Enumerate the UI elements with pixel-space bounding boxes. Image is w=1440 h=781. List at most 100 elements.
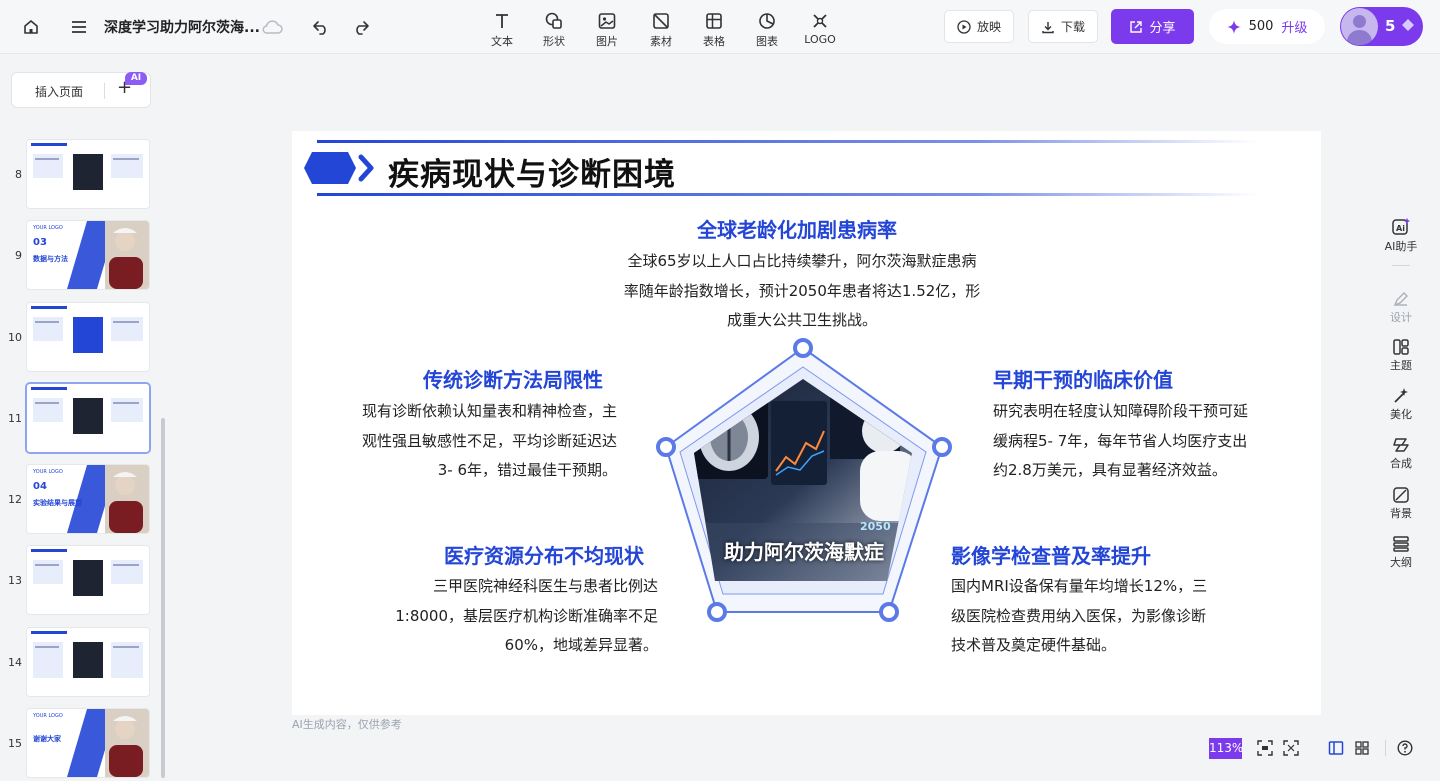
share-icon — [1130, 20, 1143, 33]
frame-dot-left — [656, 437, 676, 457]
insert-logo-tool[interactable]: LOGO — [798, 11, 842, 46]
frame-dot-top — [793, 338, 813, 358]
text-icon — [496, 14, 508, 28]
insert-image-tool[interactable]: 图片 — [585, 11, 629, 49]
theme-button[interactable]: 主题 — [1381, 338, 1421, 373]
fit-screen-icon[interactable] — [1257, 740, 1273, 756]
photo-tag: 2050 — [860, 520, 891, 533]
compose-button[interactable]: 合成 — [1381, 436, 1421, 471]
insert-material-tool[interactable]: 素材 — [639, 11, 683, 49]
redo-icon[interactable] — [348, 14, 374, 40]
table-icon — [706, 13, 722, 29]
outline-button[interactable]: 大纲 — [1381, 535, 1421, 570]
page-thumbnail[interactable]: 03 YOUR LOGO 数据与方法 — [27, 221, 149, 289]
section-title-limitations[interactable]: 传统诊断方法局限性 — [423, 364, 603, 393]
help-icon[interactable] — [1397, 740, 1413, 756]
design-icon — [1393, 291, 1409, 307]
material-icon — [653, 13, 669, 29]
thumb-logo-text: YOUR LOGO — [33, 713, 63, 719]
pages-scrollbar[interactable] — [161, 418, 165, 778]
grid-view-icon[interactable] — [1354, 740, 1370, 756]
cloud-sync-icon — [259, 14, 285, 40]
home-icon[interactable] — [18, 14, 44, 40]
insert-table-tool[interactable]: 表格 — [692, 11, 736, 49]
frame-dot-bottom-left — [707, 602, 727, 622]
single-view-icon[interactable] — [1328, 740, 1344, 756]
undo-icon[interactable] — [308, 14, 334, 40]
logo-icon — [813, 14, 827, 28]
page-thumbnail[interactable]: 04 YOUR LOGO 实验结果与展望 — [27, 465, 149, 533]
page-number: 15 — [8, 737, 22, 750]
document-title[interactable]: 深度学习助力阿尔茨海... — [104, 17, 260, 37]
beautify-button[interactable]: 美化 — [1381, 387, 1421, 422]
ai-disclaimer: AI生成内容，仅供参考 — [292, 718, 402, 731]
frame-dot-right — [932, 437, 952, 457]
slide-canvas[interactable]: 疾病现状与诊断困境 全球老龄化加剧患病率 全球65岁以上人口占比持续攀升，阿尔茨… — [292, 131, 1321, 715]
page-number: 9 — [15, 249, 22, 262]
credits-pill[interactable]: 500 升级 — [1209, 9, 1325, 44]
design-button[interactable]: 设计 — [1381, 290, 1421, 325]
page-thumbnail[interactable] — [27, 303, 149, 371]
fullscreen-icon[interactable] — [1283, 740, 1299, 756]
thumb-section-title: 谢谢大家 — [33, 735, 61, 743]
thumb-section-title: 数据与方法 — [33, 255, 68, 263]
title-top-line — [317, 140, 1257, 143]
background-button[interactable]: 背景 — [1381, 486, 1421, 521]
photo-watermark: 助力阿尔茨海默症 — [724, 540, 884, 564]
page-thumbnail[interactable] — [27, 384, 149, 452]
thumb-section-title: 实验结果与展望 — [33, 499, 82, 507]
background-icon — [1393, 487, 1409, 503]
thumb-logo-text: YOUR LOGO — [33, 225, 63, 231]
page-number: 11 — [8, 412, 22, 425]
outline-icon — [1393, 536, 1409, 552]
frame-dot-bottom-right — [879, 602, 899, 622]
credits-count: 500 — [1248, 19, 1274, 34]
shape-icon — [545, 12, 562, 29]
title-hexagon — [304, 152, 356, 184]
thumb-section-number: 03 — [33, 237, 47, 248]
section-text-imaging[interactable]: 国内MRI设备保有量年均增长12%，三 级医院检查费用纳入医保，为影像诊断 技术… — [951, 572, 1241, 661]
section-title-aging[interactable]: 全球老龄化加剧患病率 — [697, 214, 897, 243]
share-button[interactable]: 分享 — [1111, 9, 1194, 44]
page-thumbnail[interactable] — [27, 628, 149, 696]
sparkle-icon — [1226, 19, 1241, 34]
avatar[interactable] — [1341, 8, 1378, 45]
play-button[interactable]: 放映 — [944, 10, 1014, 43]
member-level: 5 — [1385, 17, 1415, 35]
image-icon — [598, 13, 616, 29]
page-thumbnail[interactable] — [27, 546, 149, 614]
section-text-early-intervention[interactable]: 研究表明在轻度认知障碍阶段干预可延 缓病程5- 7年，每年节省人均医疗支出 约2… — [993, 397, 1283, 486]
page-thumbnail[interactable]: YOUR LOGO 谢谢大家 — [27, 709, 149, 777]
ai-assistant-button[interactable]: Ai AI助手 — [1381, 217, 1421, 254]
beautify-icon — [1394, 388, 1408, 403]
download-button[interactable]: 下载 — [1028, 10, 1098, 43]
insert-shape-tool[interactable]: 形状 — [532, 11, 576, 49]
chart-icon — [759, 13, 775, 29]
ai-assistant-icon: Ai — [1392, 218, 1410, 235]
slide-title[interactable]: 疾病现状与诊断困境 — [388, 149, 676, 194]
thumb-section-number: 04 — [33, 481, 47, 492]
insert-text-tool[interactable]: 文本 — [480, 11, 524, 49]
top-toolbar: 深度学习助力阿尔茨海... 文本 形状 图片 素材 表格 图表 LOGO 放映 — [0, 0, 1440, 54]
diamond-icon — [1401, 19, 1414, 31]
play-icon — [957, 19, 971, 34]
compose-icon — [1393, 438, 1409, 452]
page-number: 10 — [8, 331, 22, 344]
theme-icon — [1393, 339, 1409, 355]
ai-badge: AI — [125, 72, 147, 85]
menu-icon[interactable] — [66, 14, 92, 40]
section-title-early-intervention[interactable]: 早期干预的临床价值 — [993, 364, 1173, 393]
section-text-resources[interactable]: 三甲医院神经科医生与患者比例达 1:8000，基层医疗机构诊断准确率不足 60%… — [352, 572, 658, 661]
svg-text:Ai: Ai — [1396, 224, 1405, 233]
page-number: 12 — [8, 493, 22, 506]
section-title-resources[interactable]: 医疗资源分布不均现状 — [444, 540, 644, 569]
page-thumbnail[interactable] — [27, 140, 149, 208]
zoom-level[interactable]: 113% — [1209, 738, 1243, 759]
thumb-logo-text: YOUR LOGO — [33, 469, 63, 475]
section-text-limitations[interactable]: 现有诊断依赖认知量表和精神检查，主 观性强且敏感性不足，平均诊断延迟达 3- 6… — [332, 397, 617, 486]
section-title-imaging[interactable]: 影像学检查普及率提升 — [951, 540, 1151, 569]
section-text-aging[interactable]: 全球65岁以上人口占比持续攀升，阿尔茨海默症患病 率随年龄指数增长，预计2050… — [602, 247, 1002, 336]
upgrade-link[interactable]: 升级 — [1281, 17, 1307, 36]
insert-chart-tool[interactable]: 图表 — [745, 11, 789, 49]
title-chevron — [358, 154, 374, 182]
